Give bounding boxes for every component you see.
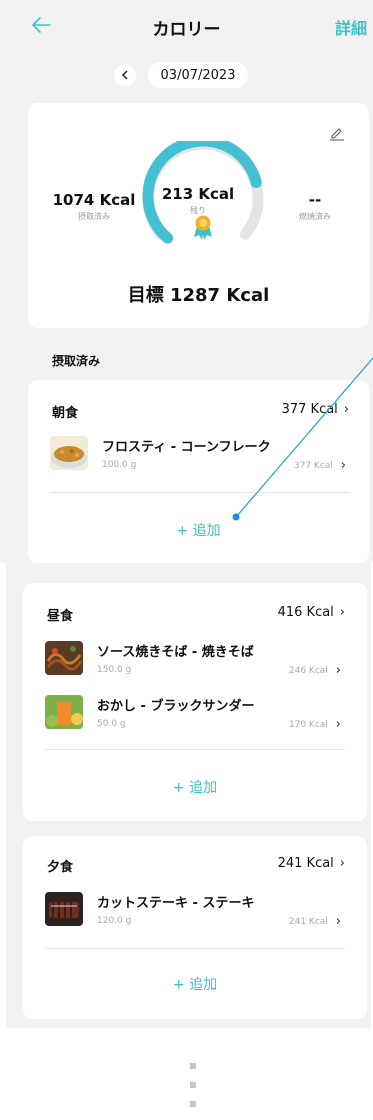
divider xyxy=(50,492,350,493)
food-amount: 50.0 g xyxy=(97,719,126,729)
food-amount: 100.0 g xyxy=(102,460,137,470)
meal-title: 夕食 xyxy=(47,860,74,875)
indicator-dot xyxy=(190,1101,196,1107)
chevron-right-icon: › xyxy=(339,605,345,620)
app-header: カロリー 詳細 xyxy=(0,0,373,50)
meal-total-value: 241 Kcal xyxy=(277,856,334,871)
food-name: ソース焼きそば - 焼きそば xyxy=(97,645,254,660)
cornflakes-image xyxy=(50,436,88,470)
food-kcal: 377 Kcal › xyxy=(294,458,346,473)
chevron-right-icon: › xyxy=(335,663,341,678)
meal-card-breakfast: 朝食 377 Kcal › フロスティ - コーンフレーク 100.0 g 37… xyxy=(28,380,369,563)
food-item[interactable]: フロスティ - コーンフレーク 100.0 g 377 Kcal › xyxy=(50,436,350,480)
details-link[interactable]: 詳細 xyxy=(335,15,367,39)
chevron-left-icon xyxy=(121,70,128,80)
divider xyxy=(45,749,345,750)
add-food-button[interactable]: + 追加 xyxy=(23,777,367,797)
meal-title: 朝食 xyxy=(52,406,79,421)
food-kcal-value: 170 Kcal xyxy=(288,719,328,730)
previous-date-button[interactable] xyxy=(114,64,136,86)
food-name: フロスティ - コーンフレーク xyxy=(102,440,271,455)
food-name: おかし - ブラックサンダー xyxy=(97,699,255,714)
meal-total-value: 377 Kcal xyxy=(281,402,338,417)
chevron-right-icon: › xyxy=(340,458,346,473)
food-amount: 150.0 g xyxy=(97,665,132,675)
consumed-label: 摂取済み xyxy=(78,212,110,221)
meal-title: 昼食 xyxy=(47,609,74,624)
steak-image xyxy=(45,892,83,926)
indicator-dot xyxy=(190,1063,196,1069)
food-kcal: 241 Kcal › xyxy=(289,914,341,929)
food-item[interactable]: カットステーキ - ステーキ 120.0 g 241 Kcal › xyxy=(45,892,345,936)
remaining-kcal: 213 Kcal xyxy=(161,185,235,203)
pencil-icon[interactable] xyxy=(329,125,345,141)
date-selector[interactable]: 03/07/2023 xyxy=(148,62,248,88)
meal-total[interactable]: 416 Kcal › xyxy=(278,605,345,620)
food-kcal-value: 377 Kcal xyxy=(293,460,333,471)
add-food-button[interactable]: + 追加 xyxy=(28,520,369,540)
scroll-indicator xyxy=(190,1063,196,1120)
chevron-right-icon: › xyxy=(335,717,341,732)
meal-card-lunch: 昼食 416 Kcal › ソース焼きそば - 焼きそば 150.0 g 246… xyxy=(23,583,367,821)
food-kcal: 170 Kcal › xyxy=(289,717,341,732)
meal-total-value: 416 Kcal xyxy=(277,605,334,620)
meal-card-dinner: 夕食 241 Kcal › カットステーキ - ステーキ 120.0 g 241… xyxy=(23,836,367,1019)
add-food-button[interactable]: + 追加 xyxy=(23,974,367,994)
calorie-summary-card: 1074 Kcal 摂取済み 213 Kcal 残り -- 燃焼済み 目標 12… xyxy=(28,103,369,328)
meal-total[interactable]: 377 Kcal › xyxy=(282,402,349,417)
food-kcal-value: 241 Kcal xyxy=(288,916,328,927)
food-item[interactable]: おかし - ブラックサンダー 50.0 g 170 Kcal › xyxy=(45,695,345,739)
yakisoba-image xyxy=(45,641,83,675)
chevron-right-icon: › xyxy=(343,402,349,417)
food-item[interactable]: ソース焼きそば - 焼きそば 150.0 g 246 Kcal › xyxy=(45,641,345,685)
indicator-dot xyxy=(190,1082,196,1088)
burned-label: 燃焼済み xyxy=(299,212,331,221)
section-label-consumed: 摂取済み xyxy=(52,354,101,368)
chevron-right-icon: › xyxy=(335,914,341,929)
food-kcal: 246 Kcal › xyxy=(289,663,341,678)
page-title: カロリー xyxy=(152,20,221,40)
food-name: カットステーキ - ステーキ xyxy=(97,896,255,911)
meal-total[interactable]: 241 Kcal › xyxy=(278,856,345,871)
consumed-kcal: 1074 Kcal xyxy=(52,191,136,209)
food-amount: 120.0 g xyxy=(97,916,132,926)
divider xyxy=(45,948,345,949)
medal-icon xyxy=(194,215,212,240)
calorie-goal: 目標 1287 Kcal xyxy=(127,285,270,306)
snack-image xyxy=(45,695,83,729)
remaining-label: 残り xyxy=(190,206,206,215)
food-kcal-value: 246 Kcal xyxy=(288,665,328,676)
chevron-right-icon: › xyxy=(339,856,345,871)
burned-kcal: -- xyxy=(308,191,322,209)
